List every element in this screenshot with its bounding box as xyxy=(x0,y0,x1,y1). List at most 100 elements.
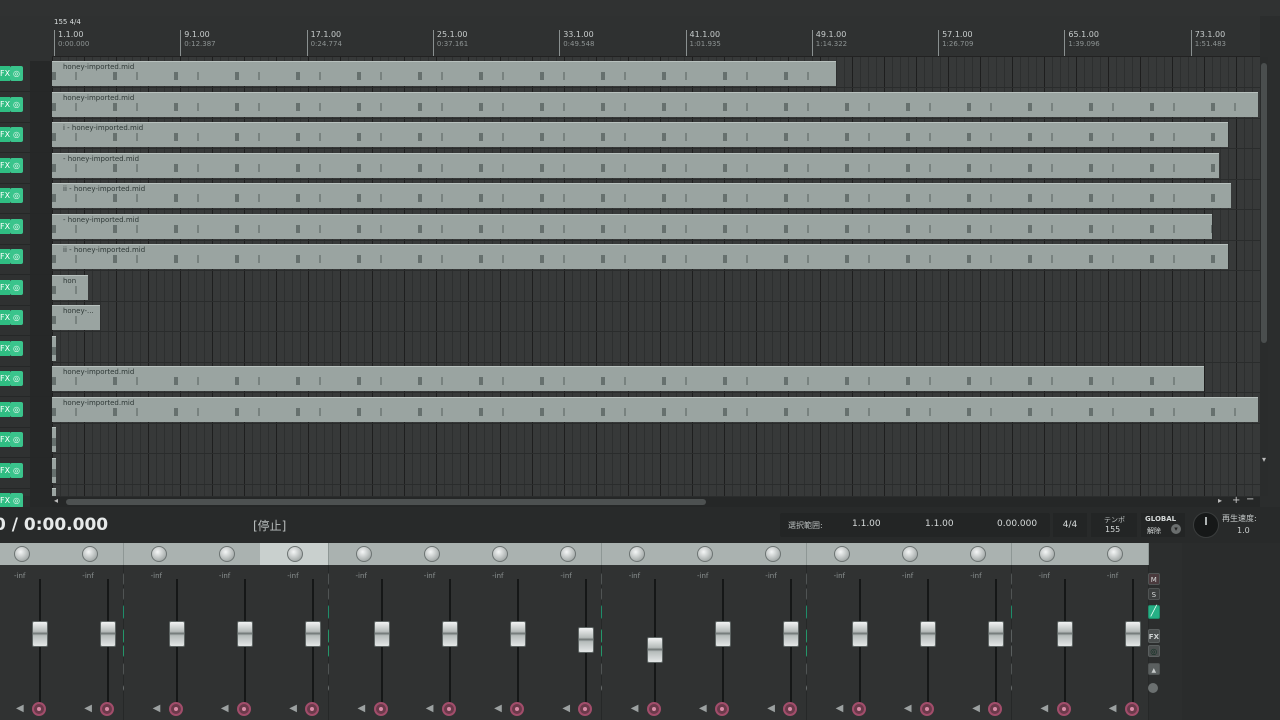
channel-header[interactable] xyxy=(533,543,603,565)
record-arm-button[interactable] xyxy=(919,702,934,716)
track-lane[interactable]: - honey-imported.mid xyxy=(52,149,1260,180)
track-lane[interactable]: ii - honey-imported.mid xyxy=(52,240,1260,271)
speaker-icon[interactable]: ◀ xyxy=(358,703,366,714)
track-lane[interactable]: honey-imported.mid xyxy=(52,393,1260,424)
midi-item[interactable]: honey-imported.mid xyxy=(52,61,836,86)
track-fx-button[interactable]: FX xyxy=(0,127,10,142)
midi-item[interactable]: - honey-imported.mid xyxy=(52,213,1212,239)
midi-item[interactable] xyxy=(52,457,56,483)
record-monitor-icon[interactable] xyxy=(10,66,23,81)
record-monitor-icon[interactable] xyxy=(10,310,23,325)
record-monitor-icon[interactable] xyxy=(10,279,23,295)
pan-knob[interactable] xyxy=(560,546,577,562)
pan-knob[interactable] xyxy=(1038,546,1055,562)
volume-fader[interactable] xyxy=(1056,620,1073,647)
channel-header[interactable] xyxy=(465,543,535,565)
track-control[interactable]: FX xyxy=(0,427,52,458)
track-control[interactable]: FX xyxy=(0,366,52,397)
ruler-mark[interactable]: 1.1.00 0:00.000 xyxy=(54,30,89,56)
time-signature[interactable]: 4/4 xyxy=(1053,513,1087,537)
ruler-mark[interactable]: 25.1.00 0:37.161 xyxy=(432,30,468,56)
midi-item[interactable] xyxy=(52,335,56,361)
channel-header[interactable] xyxy=(328,543,398,565)
volume-fader[interactable] xyxy=(715,620,731,647)
record-arm-button[interactable] xyxy=(32,702,46,716)
record-monitor-icon[interactable] xyxy=(10,188,23,203)
scroll-left-icon[interactable]: ◂ xyxy=(54,496,58,505)
track-control[interactable]: FX xyxy=(0,335,52,367)
speaker-icon[interactable]: ◀ xyxy=(426,703,434,714)
midi-item[interactable]: - honey-imported.mid xyxy=(52,152,1219,178)
track-lane[interactable] xyxy=(52,454,1260,485)
speaker-icon[interactable]: ◀ xyxy=(562,703,570,714)
record-arm-button[interactable] xyxy=(168,702,183,716)
track-lane[interactable]: i - honey-imported.mid xyxy=(52,118,1260,149)
speaker-icon[interactable]: ◀ xyxy=(153,703,161,714)
record-arm-button[interactable] xyxy=(236,702,251,716)
pan-knob[interactable] xyxy=(1106,546,1123,562)
channel-header[interactable] xyxy=(1079,543,1149,565)
volume-fader[interactable] xyxy=(1124,620,1141,647)
track-lane[interactable]: hon xyxy=(52,271,1260,302)
speaker-icon[interactable]: ◀ xyxy=(221,703,229,714)
record-monitor-icon[interactable] xyxy=(10,371,23,386)
envelope-icon[interactable] xyxy=(1147,645,1160,657)
pan-knob[interactable] xyxy=(970,546,987,562)
volume-fader[interactable] xyxy=(32,620,48,647)
track-control[interactable]: FX xyxy=(0,122,52,153)
pan-knob[interactable] xyxy=(82,546,99,562)
record-monitor-icon[interactable] xyxy=(10,340,23,356)
speaker-icon[interactable]: ◀ xyxy=(767,703,775,714)
midi-item[interactable]: honey-imported.mid xyxy=(52,366,1204,391)
record-arm-button[interactable] xyxy=(100,702,115,716)
midi-item[interactable]: ii - honey-imported.mid xyxy=(52,244,1228,269)
pan-knob[interactable] xyxy=(355,546,372,562)
vertical-scrollbar[interactable] xyxy=(1260,57,1268,496)
volume-fader[interactable] xyxy=(783,620,800,647)
ruler-mark[interactable]: 57.1.00 1:26.709 xyxy=(938,30,973,56)
pan-knob[interactable] xyxy=(14,546,30,562)
speaker-icon[interactable]: ◀ xyxy=(494,703,502,714)
record-monitor-icon[interactable] xyxy=(10,127,23,142)
pan-knob[interactable] xyxy=(150,546,167,562)
record-monitor-icon[interactable] xyxy=(10,432,23,447)
volume-fader[interactable] xyxy=(988,620,1005,647)
track-lane[interactable]: honey-imported.mid xyxy=(52,88,1260,119)
midi-item[interactable] xyxy=(52,488,56,496)
record-monitor-icon[interactable] xyxy=(10,493,23,508)
ruler-mark[interactable]: 49.1.00 1:14.322 xyxy=(811,30,847,56)
volume-fader[interactable] xyxy=(851,620,868,647)
record-monitor-icon[interactable] xyxy=(10,462,23,478)
volume-fader[interactable] xyxy=(441,620,458,647)
record-arm-button[interactable] xyxy=(1124,702,1139,716)
midi-item[interactable]: honey-imported.mid xyxy=(52,91,1258,117)
volume-fader[interactable] xyxy=(578,627,595,654)
record-arm-button[interactable] xyxy=(373,702,388,716)
routing-icon[interactable] xyxy=(1147,663,1160,675)
record-arm-button[interactable] xyxy=(1056,702,1071,716)
ruler-mark[interactable]: 33.1.00 0:49.548 xyxy=(559,30,595,56)
track-lane[interactable]: ii - honey-imported.mid xyxy=(52,179,1260,210)
track-control[interactable]: FX xyxy=(0,152,52,184)
channel-header[interactable] xyxy=(123,543,193,565)
track-fx-button[interactable]: FX xyxy=(0,493,10,508)
io-icon[interactable] xyxy=(1147,683,1158,693)
channel-header[interactable] xyxy=(0,543,56,565)
playrate-value[interactable]: 1.0 xyxy=(1237,526,1250,535)
pan-knob[interactable] xyxy=(628,546,645,562)
channel-header[interactable] xyxy=(55,543,125,565)
record-arm-button[interactable] xyxy=(646,702,661,716)
speaker-icon[interactable]: ◀ xyxy=(16,703,24,714)
track-fx-button[interactable]: FX xyxy=(0,432,10,447)
track-fx-button[interactable]: FX xyxy=(0,157,10,173)
track-control[interactable]: FX xyxy=(0,457,52,489)
track-control[interactable]: FX xyxy=(0,91,52,123)
ruler-mark[interactable]: 65.1.00 1:39.096 xyxy=(1064,30,1100,56)
pan-knob[interactable] xyxy=(765,546,782,562)
record-arm-button[interactable] xyxy=(305,702,320,716)
speaker-icon[interactable]: ◀ xyxy=(699,703,707,714)
track-fx-button[interactable]: FX xyxy=(0,279,10,295)
selection-length[interactable]: 0.00.000 xyxy=(997,519,1037,529)
track-fx-button[interactable]: FX xyxy=(0,66,10,81)
midi-item[interactable]: honey-imported.mid xyxy=(52,396,1258,422)
